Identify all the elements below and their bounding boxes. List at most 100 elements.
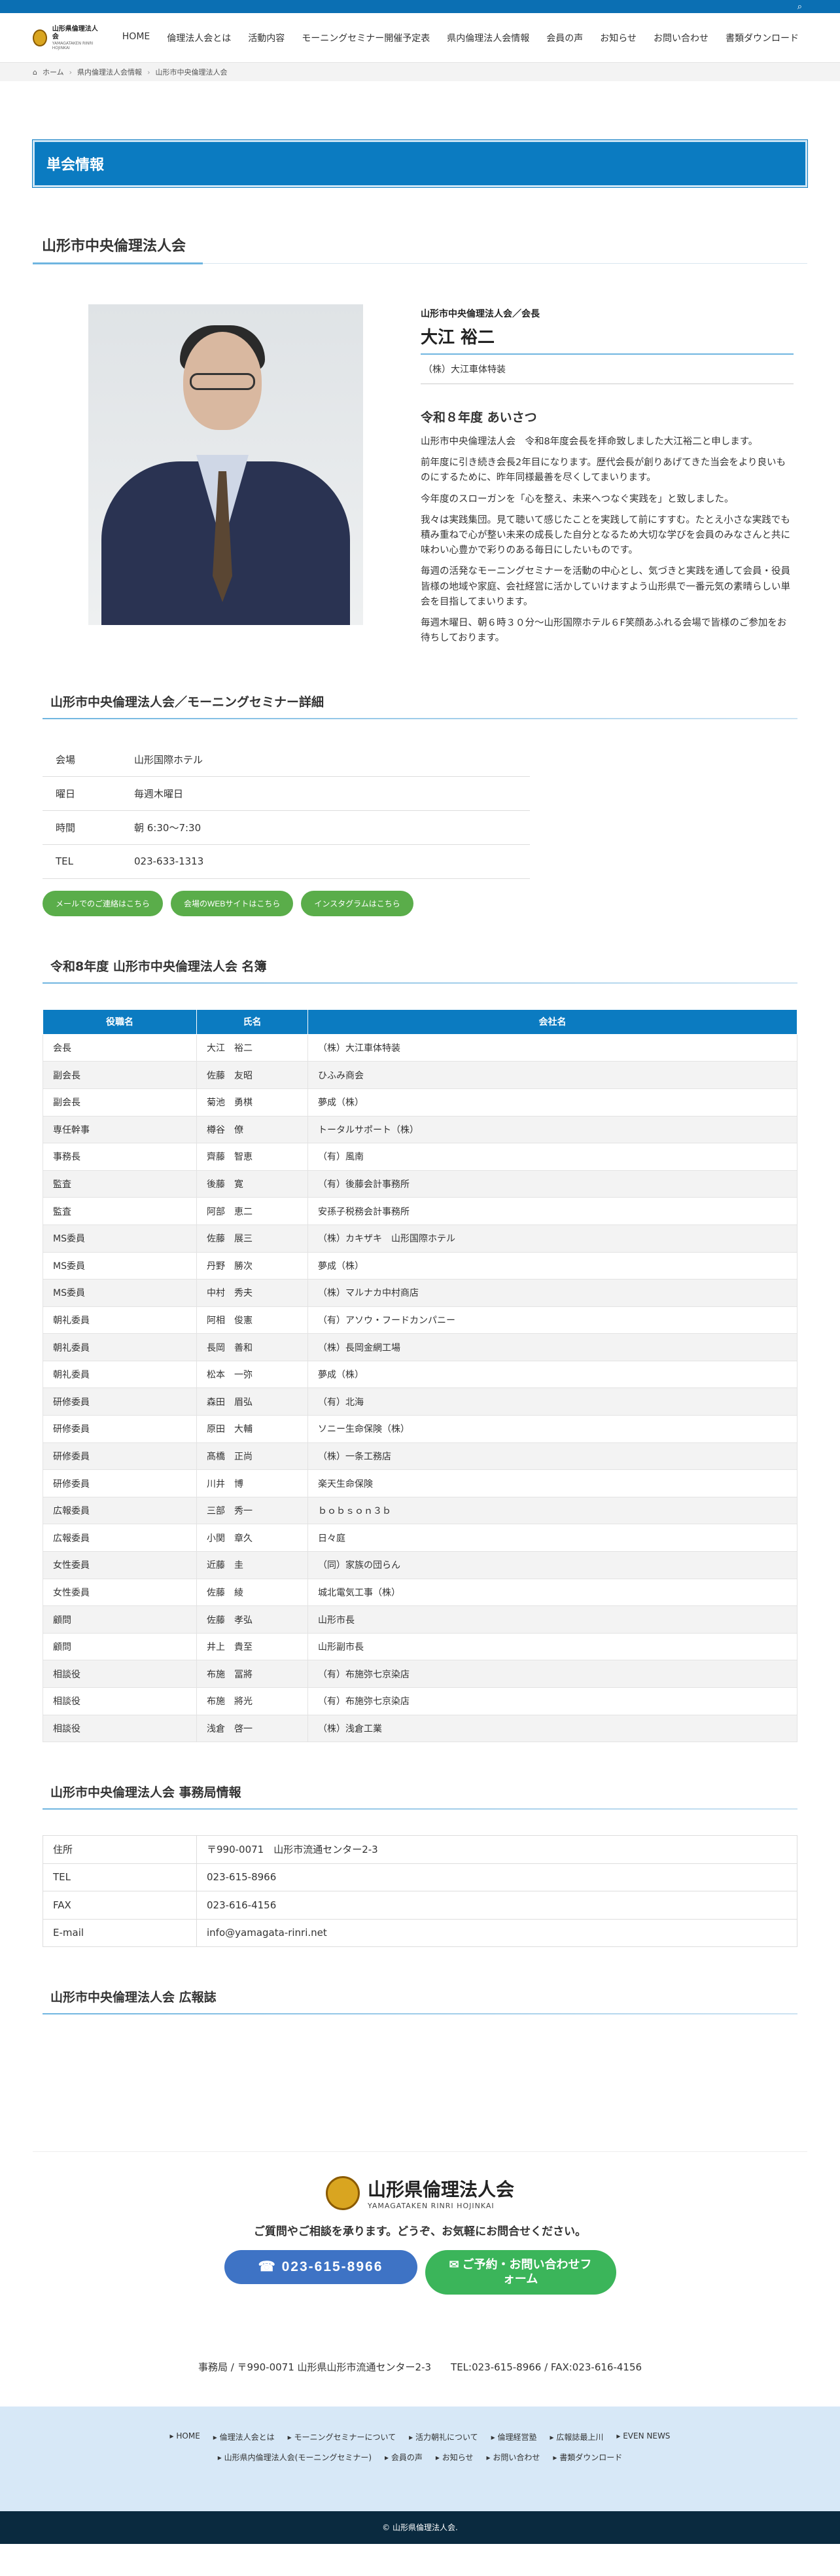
nav-activities[interactable]: 活動内容 — [239, 31, 293, 45]
roster-role: 顧問 — [43, 1605, 197, 1634]
contact-message: ご質問やご相談を承ります。どうぞ、お気軽にお問合せください。 — [253, 2225, 587, 2238]
office-row: E-mail info@yamagata-rinri.net — [43, 1918, 797, 1948]
logo-title: 山形県倫理法人会 — [52, 25, 98, 41]
roster-name: 佐藤 綾 — [196, 1578, 308, 1607]
roster-role: 朝礼委員 — [43, 1306, 197, 1334]
roster-name: 佐藤 友昭 — [196, 1061, 308, 1089]
roster-name: 三部 秀一 — [196, 1496, 308, 1525]
footer-link[interactable]: お問い合わせ — [486, 2452, 540, 2463]
roster-name: 菊池 勇棋 — [196, 1088, 308, 1117]
roster-role: 監査 — [43, 1197, 197, 1225]
roster-role: 事務長 — [43, 1143, 197, 1171]
roster-role: 女性委員 — [43, 1578, 197, 1607]
office-key: 住所 — [43, 1835, 197, 1864]
roster-company: （有）風南 — [307, 1143, 797, 1171]
top-bar: ⌕ — [0, 0, 840, 13]
footer-link[interactable]: 倫理経営塾 — [491, 2431, 537, 2442]
roster-row: MS委員 佐藤 展三 （株）カキザキ 山形国際ホテル — [43, 1224, 797, 1253]
office-section-title: 山形市中央倫理法人会 事務局情報 — [43, 1783, 797, 1810]
instagram-button[interactable]: インスタグラムはこちら — [301, 890, 413, 916]
breadcrumb-branches[interactable]: 県内倫理法人会情報 — [77, 67, 142, 77]
footer-link[interactable]: 広報誌最上川 — [550, 2431, 603, 2442]
roster-company: 楽天生命保険 — [307, 1469, 797, 1497]
roster-name: 中村 秀夫 — [196, 1279, 308, 1307]
footer-link[interactable]: 山形県内倫理法人会(モーニングセミナー) — [218, 2452, 372, 2463]
greeting-paragraph: 前年度に引き続き会長2年目になります。歴代会長が創りあげてきた当会をより良いもの… — [421, 457, 786, 484]
office-table: 住所 〒990-0071 山形市流通センター2-3 TEL 023-615-8966… — [43, 1835, 797, 1948]
roster-role: 副会長 — [43, 1061, 197, 1089]
greeting-paragraph: 今年度のスローガンを「心を整え、未来へつなぐ実践を」と致しました。 — [421, 493, 734, 505]
venue-website-button[interactable]: 会場のWEBサイトはこちら — [171, 890, 294, 916]
roster-role: 顧問 — [43, 1632, 197, 1661]
page-title: 単会情報 — [32, 139, 808, 188]
seminar-value: 朝 6:30〜7:30 — [121, 810, 530, 845]
roster-role: 相談役 — [43, 1714, 197, 1743]
nav-contact[interactable]: お問い合わせ — [645, 31, 717, 45]
roster-role: 相談役 — [43, 1660, 197, 1688]
seminar-key: 曜日 — [43, 776, 121, 811]
footer-link[interactable]: HOME — [170, 2431, 200, 2442]
seminar-row: 会場 山形国際ホテル — [43, 742, 530, 777]
roster-company: 夢成（株） — [307, 1088, 797, 1117]
footer-link[interactable]: EVEN NEWS — [616, 2431, 670, 2442]
roster-row: 会長 大江 裕二 （株）大江車体特装 — [43, 1033, 797, 1062]
roster-name: 松本 一弥 — [196, 1360, 308, 1389]
roster-role: 女性委員 — [43, 1551, 197, 1579]
pr-section-title: 山形市中央倫理法人会 広報誌 — [43, 1988, 797, 2015]
office-value: 023-616-4156 — [196, 1891, 797, 1920]
nav-about[interactable]: 倫理法人会とは — [158, 31, 239, 45]
breadcrumb-home[interactable]: ホーム — [43, 67, 64, 77]
nav-downloads[interactable]: 書類ダウンロード — [717, 31, 807, 45]
footer-logo[interactable]: 山形県倫理法人会 YAMAGATAKEN RINRI HOJINKAI — [325, 2175, 514, 2210]
search-icon[interactable]: ⌕ — [797, 2, 802, 12]
roster-row: MS委員 丹野 勝次 夢成（株） — [43, 1251, 797, 1280]
breadcrumb: ⌂ ホーム › 県内倫理法人会情報 › 山形市中央倫理法人会 — [0, 63, 840, 81]
nav-branches[interactable]: 県内倫理法人会情報 — [438, 31, 538, 45]
nav-seminar-schedule[interactable]: モーニングセミナー開催予定表 — [293, 31, 438, 45]
nav-voices[interactable]: 会員の声 — [538, 31, 591, 45]
email-contact-button[interactable]: メールでのご連絡はこちら — [43, 890, 164, 916]
roster-company: （株）浅倉工業 — [307, 1714, 797, 1743]
president-profile: 山形市中央倫理法人会／会長 大江 裕二 （株）大江車体特装 令和８年度 あいさつ… — [43, 304, 797, 652]
contact-form-button[interactable]: ✉ ご予約・お問い合わせフォーム — [425, 2249, 616, 2295]
roster-row: 監査 後藤 寛（有）後藤会計事務所 — [43, 1170, 797, 1198]
roster-name: 大江 裕二 — [196, 1033, 308, 1062]
roster-row: 広報委員 三部 秀一 ｂｏｂｓｏｎ３ｂ — [43, 1496, 797, 1525]
roster-name: 樽谷 僚 — [196, 1115, 308, 1144]
seminar-key: 時間 — [43, 810, 121, 845]
nav-news[interactable]: お知らせ — [591, 31, 645, 45]
phone-button[interactable]: ☎ 023-615-8966 — [224, 2249, 417, 2284]
footer-link[interactable]: 会員の声 — [385, 2452, 423, 2463]
roster-row: 研修委員 川井 博楽天生命保険 — [43, 1469, 797, 1497]
roster-row: 女性委員 近藤 圭（同）家族の団らん — [43, 1551, 797, 1579]
roster-company: （株）長岡金網工場 — [307, 1333, 797, 1361]
roster-company: 安孫子税務会計事務所 — [307, 1197, 797, 1225]
president-role: 山形市中央倫理法人会／会長 — [421, 309, 540, 319]
footer-nav: HOME 倫理法人会とは モーニングセミナーについて 活力朝礼について 倫理経営… — [0, 2406, 840, 2511]
seminar-row: 曜日 毎週木曜日 — [43, 776, 530, 811]
site-logo[interactable]: 山形県倫理法人会 YAMAGATAKEN RINRI HOJINKAI — [33, 26, 101, 50]
president-company: （株）大江車体特装 — [421, 355, 794, 384]
roster-header-name: 氏名 — [196, 1009, 308, 1035]
footer-link[interactable]: 倫理法人会とは — [213, 2431, 275, 2442]
office-value[interactable]: info@yamagata-rinri.net — [196, 1918, 797, 1948]
greeting-paragraph: 毎週木曜日、朝６時３０分〜山形国際ホテル６F笑顔あふれる会場で皆様のご参加をお待… — [421, 617, 787, 644]
seminar-value[interactable]: 023-633-1313 — [121, 844, 530, 879]
footer-link[interactable]: 書類ダウンロード — [553, 2452, 622, 2463]
roster-company: 夢成（株） — [307, 1360, 797, 1389]
footer-link[interactable]: 活力朝礼について — [409, 2431, 478, 2442]
roster-row: 相談役 浅倉 啓一 （株）浅倉工業 — [43, 1714, 797, 1743]
seminar-key: 会場 — [43, 742, 121, 777]
roster-row: 相談役 布施 將光 （有）布施弥七京染店 — [43, 1687, 797, 1715]
mail-icon: ✉ — [449, 2258, 463, 2272]
roster-row: 研修委員 原田 大輔 ソニー生命保険（株） — [43, 1415, 797, 1443]
roster-company: 山形副市長 — [307, 1632, 797, 1661]
footer-link[interactable]: お知らせ — [436, 2452, 474, 2463]
roster-role: 監査 — [43, 1170, 197, 1198]
branch-title: 山形市中央倫理法人会 — [33, 234, 807, 264]
roster-name: 佐藤 孝弘 — [196, 1605, 308, 1634]
nav-home[interactable]: HOME — [114, 31, 158, 45]
roster-company: 山形市長 — [307, 1605, 797, 1634]
roster-row: 事務長 齊藤 智恵 （有）風南 — [43, 1143, 797, 1171]
footer-link[interactable]: モーニングセミナーについて — [288, 2431, 396, 2442]
